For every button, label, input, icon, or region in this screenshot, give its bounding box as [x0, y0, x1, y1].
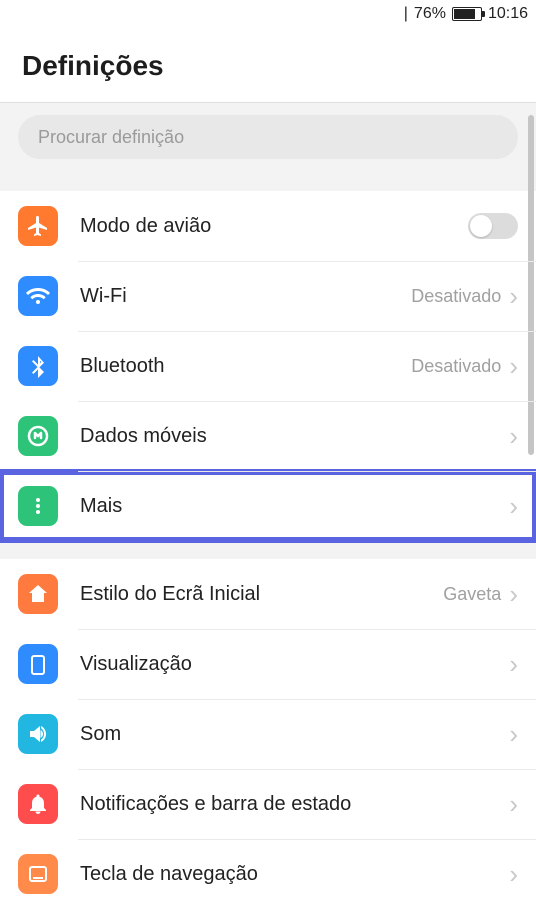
row-bluetooth[interactable]: Bluetooth Desativado ›: [0, 331, 536, 401]
row-airplane-mode[interactable]: Modo de avião: [0, 191, 536, 261]
search-container: Procurar definição: [0, 103, 536, 173]
settings-group-connectivity: Modo de avião Wi-Fi Desativado › Bluetoo…: [0, 191, 536, 541]
row-nav-key[interactable]: Tecla de navegação ›: [0, 839, 536, 909]
mobile-data-icon: [18, 416, 58, 456]
row-value: Desativado: [411, 286, 509, 307]
airplane-icon: [18, 206, 58, 246]
header: Definições: [0, 28, 536, 102]
home-style-icon: [18, 574, 58, 614]
search-placeholder: Procurar definição: [38, 127, 184, 148]
row-notifications[interactable]: Notificações e barra de estado ›: [0, 769, 536, 839]
chevron-right-icon: ›: [509, 423, 518, 449]
row-wifi[interactable]: Wi-Fi Desativado ›: [0, 261, 536, 331]
chevron-right-icon: ›: [509, 791, 518, 817]
nav-key-icon: [18, 854, 58, 894]
group-divider: [0, 173, 536, 191]
page-title: Definições: [22, 50, 514, 82]
display-icon: [18, 644, 58, 684]
row-label: Modo de avião: [58, 215, 468, 238]
chevron-right-icon: ›: [509, 353, 518, 379]
row-label: Visualização: [58, 653, 509, 676]
search-input[interactable]: Procurar definição: [18, 115, 518, 159]
row-display[interactable]: Visualização ›: [0, 629, 536, 699]
clock: 10:16: [488, 5, 528, 23]
row-label: Tecla de navegação: [58, 863, 509, 886]
status-bar: | 76% 10:16: [0, 0, 536, 28]
row-home-style[interactable]: Estilo do Ecrã Inicial Gaveta ›: [0, 559, 536, 629]
row-mobile-data[interactable]: Dados móveis ›: [0, 401, 536, 471]
battery-icon: [452, 7, 482, 21]
row-label: Bluetooth: [58, 355, 411, 378]
chevron-right-icon: ›: [509, 493, 518, 519]
row-more[interactable]: Mais ›: [0, 471, 536, 541]
row-value: Desativado: [411, 356, 509, 377]
settings-group-display: Estilo do Ecrã Inicial Gaveta › Visualiz…: [0, 559, 536, 909]
row-label: Wi-Fi: [58, 285, 411, 308]
battery-percentage: 76%: [414, 5, 446, 23]
sound-icon: [18, 714, 58, 754]
chevron-right-icon: ›: [509, 861, 518, 887]
bluetooth-icon: [18, 346, 58, 386]
row-label: Estilo do Ecrã Inicial: [58, 583, 443, 606]
more-icon: [18, 486, 58, 526]
group-divider: [0, 541, 536, 559]
chevron-right-icon: ›: [509, 651, 518, 677]
chevron-right-icon: ›: [509, 283, 518, 309]
row-label: Dados móveis: [58, 425, 509, 448]
wifi-icon: [18, 276, 58, 316]
notifications-icon: [18, 784, 58, 824]
row-label: Som: [58, 723, 509, 746]
row-value: Gaveta: [443, 584, 509, 605]
row-label: Mais: [58, 495, 509, 518]
row-sound[interactable]: Som ›: [0, 699, 536, 769]
airplane-toggle[interactable]: [468, 213, 518, 239]
chevron-right-icon: ›: [509, 581, 518, 607]
row-label: Notificações e barra de estado: [58, 793, 509, 816]
chevron-right-icon: ›: [509, 721, 518, 747]
